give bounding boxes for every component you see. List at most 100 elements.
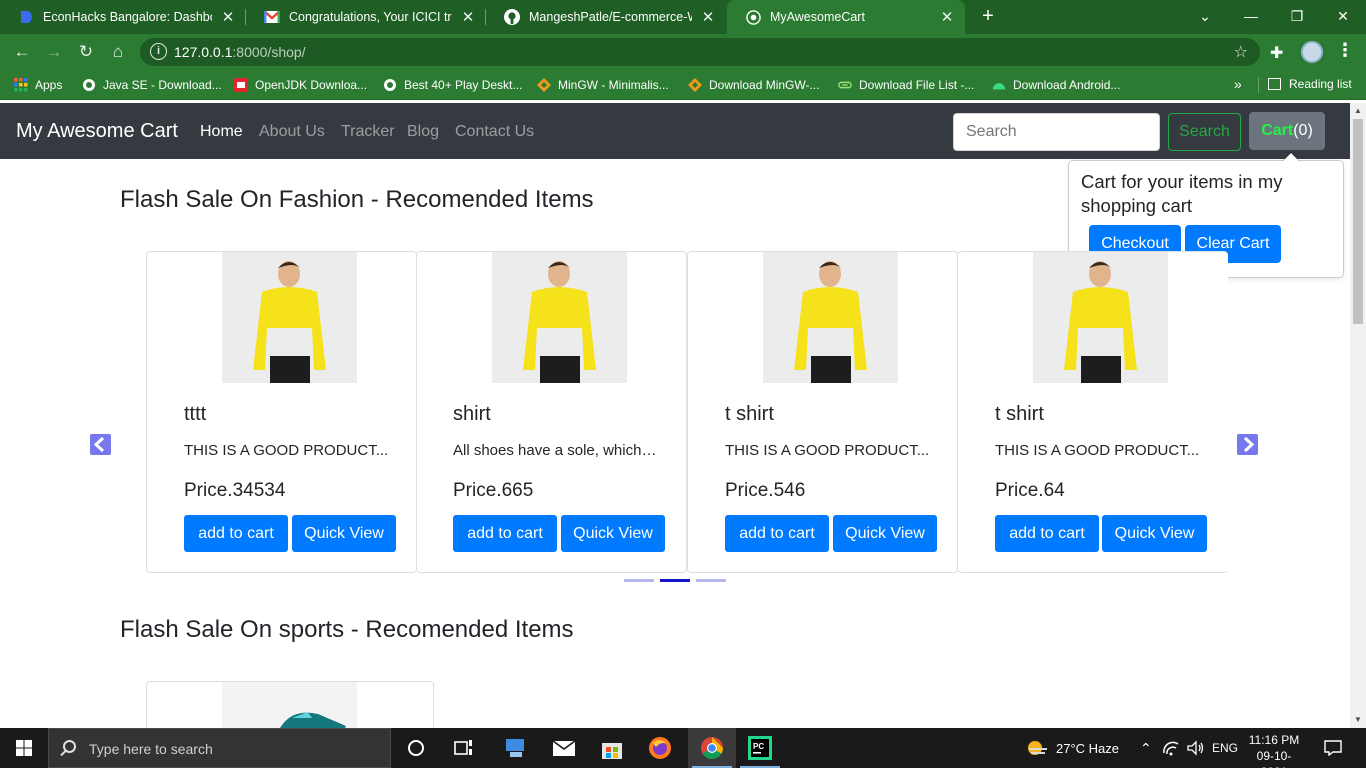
tab-close-icon[interactable]: ✕: [460, 8, 476, 26]
taskbar-clock[interactable]: 11:16 PM 09-10-2021: [1244, 732, 1304, 768]
bookmark-label: OpenJDK Downloa...: [255, 78, 368, 92]
nav-home[interactable]: Home: [200, 123, 243, 141]
carousel-prev-icon[interactable]: [90, 434, 111, 455]
bookmark-mingw[interactable]: MinGW - Minimalis...: [537, 77, 669, 93]
bookmark-star-icon[interactable]: ☆: [1234, 42, 1248, 62]
reload-icon[interactable]: ↻: [74, 40, 98, 64]
quick-view-button[interactable]: Quick View: [292, 515, 396, 552]
sourceforge-icon: [537, 78, 551, 92]
site-info-icon[interactable]: i: [150, 43, 167, 60]
volume-icon[interactable]: [1186, 728, 1206, 768]
github-icon: [504, 9, 520, 25]
site-search-button[interactable]: Search: [1168, 113, 1241, 151]
quick-view-button[interactable]: Quick View: [833, 515, 937, 552]
extensions-icon[interactable]: ✚: [1270, 43, 1283, 63]
bookmark-android[interactable]: Download Android...: [992, 77, 1120, 93]
profile-avatar[interactable]: [1301, 41, 1323, 63]
web-page: My Awesome Cart Home About Us Tracker Bl…: [0, 103, 1366, 728]
scroll-up-icon[interactable]: ▲: [1354, 106, 1362, 115]
mail-icon[interactable]: [540, 728, 588, 768]
weather-widget[interactable]: 27°C Haze: [1026, 728, 1119, 768]
more-bookmarks-icon[interactable]: »: [1234, 76, 1242, 92]
product-name: tttt: [184, 403, 207, 425]
start-button[interactable]: [0, 728, 48, 768]
add-to-cart-button[interactable]: add to cart: [453, 515, 557, 552]
carousel-next-icon[interactable]: [1237, 434, 1258, 455]
product-price: Price.546: [725, 480, 806, 501]
language-indicator[interactable]: ENG: [1212, 728, 1238, 768]
tab-gmail[interactable]: Congratulations, Your ICICI trading ✕: [246, 0, 486, 34]
site-brand[interactable]: My Awesome Cart: [16, 120, 178, 143]
product-image: [763, 252, 898, 383]
scrollbar-thumb[interactable]: [1353, 119, 1363, 324]
back-icon[interactable]: ←: [10, 40, 34, 64]
network-icon[interactable]: [1162, 728, 1180, 768]
add-to-cart-button[interactable]: add to cart: [725, 515, 829, 552]
carousel-indicator[interactable]: [624, 579, 654, 582]
product-name: t shirt: [995, 403, 1044, 425]
forward-icon[interactable]: →: [42, 40, 66, 64]
this-pc-icon[interactable]: [492, 728, 540, 768]
tab-close-icon[interactable]: ✕: [700, 8, 716, 26]
cart-count: (0): [1293, 122, 1313, 139]
bookmark-openjdk[interactable]: OpenJDK Downloa...: [234, 77, 367, 93]
nav-about-us[interactable]: About Us: [259, 123, 325, 141]
devpost-icon: [18, 9, 34, 25]
tab-econhacks[interactable]: EconHacks Bangalore: Dashboard ✕: [0, 0, 246, 34]
add-to-cart-button[interactable]: add to cart: [995, 515, 1099, 552]
bookmark-best-40[interactable]: Best 40+ Play Deskt...: [383, 77, 522, 93]
nav-contact-us[interactable]: Contact Us: [455, 123, 534, 141]
page-scrollbar[interactable]: ▲ ▼: [1350, 103, 1366, 728]
home-icon[interactable]: ⌂: [106, 40, 130, 64]
tab-search-icon[interactable]: ⌄: [1182, 0, 1228, 34]
sourceforge-icon: [688, 78, 702, 92]
cart-label: Cart: [1261, 122, 1294, 139]
notifications-icon[interactable]: [1324, 728, 1342, 768]
quick-view-button[interactable]: Quick View: [561, 515, 665, 552]
tab-myawesomecart[interactable]: MyAwesomeCart ✕: [727, 0, 965, 34]
taskbar-search-box[interactable]: Type here to search: [48, 728, 391, 768]
tab-close-icon[interactable]: ✕: [220, 8, 236, 26]
reading-list-button[interactable]: Reading list: [1268, 77, 1352, 91]
nav-blog[interactable]: Blog: [407, 123, 439, 141]
site-search-input[interactable]: [953, 113, 1160, 151]
carousel-indicator[interactable]: [696, 579, 726, 582]
quick-view-button[interactable]: Quick View: [1102, 515, 1207, 552]
add-to-cart-button[interactable]: add to cart: [184, 515, 288, 552]
address-bar[interactable]: i 127.0.0.1:8000/shop/ ☆: [140, 38, 1260, 66]
cart-button[interactable]: Cart(0): [1249, 112, 1325, 150]
tab-title: MyAwesomeCart: [770, 10, 865, 24]
carousel-indicator-active[interactable]: [660, 579, 690, 582]
minimize-button[interactable]: —: [1228, 0, 1274, 34]
cortana-icon[interactable]: [392, 728, 440, 768]
bookmark-label: Best 40+ Play Deskt...: [404, 78, 523, 92]
pycharm-icon[interactable]: PC: [736, 728, 784, 768]
bookmark-file-list[interactable]: Download File List -...: [838, 77, 974, 93]
firefox-icon[interactable]: [636, 728, 684, 768]
tab-github[interactable]: MangeshPatle/E-commerce-Web ✕: [486, 0, 726, 34]
product-card: shirt All shoes have a sole, which i... …: [416, 251, 687, 573]
nav-tracker[interactable]: Tracker: [341, 123, 395, 141]
reading-list-icon: [1268, 78, 1281, 90]
task-view-icon[interactable]: [440, 728, 488, 768]
site-navbar: My Awesome Cart Home About Us Tracker Bl…: [0, 103, 1350, 159]
svg-text:PC: PC: [753, 742, 764, 751]
store-icon[interactable]: [588, 728, 636, 768]
bookmark-download-mingw[interactable]: Download MinGW-...: [688, 77, 819, 93]
chrome-icon[interactable]: [688, 728, 736, 768]
close-window-button[interactable]: ✕: [1320, 0, 1366, 34]
bookmarks-bar: Apps Java SE - Download... OpenJDK Downl…: [0, 70, 1366, 100]
bookmark-java-se[interactable]: Java SE - Download...: [82, 77, 222, 93]
gmail-icon: [264, 9, 280, 25]
show-hidden-icons[interactable]: ⌃: [1140, 728, 1152, 768]
browser-menu-icon[interactable]: ⋮: [1336, 40, 1354, 61]
scroll-down-icon[interactable]: ▼: [1354, 715, 1362, 724]
restore-button[interactable]: ❐: [1274, 0, 1320, 34]
tab-title: Congratulations, Your ICICI trading: [289, 10, 452, 24]
bookmark-apps[interactable]: Apps: [14, 77, 62, 93]
product-card: t shirt THIS IS A GOOD PRODUCT... Price.…: [687, 251, 958, 573]
bookmark-label: Apps: [35, 78, 63, 92]
new-tab-button[interactable]: +: [976, 4, 1000, 28]
tab-close-icon[interactable]: ✕: [939, 8, 955, 26]
search-icon: [63, 740, 76, 753]
